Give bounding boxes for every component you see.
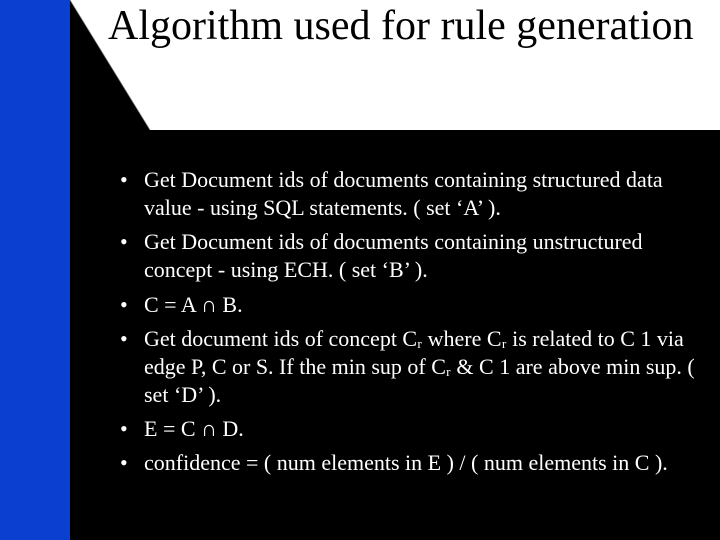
list-item: E = C ∩ D. <box>118 415 704 443</box>
blue-side-band <box>0 0 70 540</box>
bullet-text: Get Document ids of documents containing… <box>144 167 663 220</box>
list-item: Get Document ids of documents containing… <box>118 166 704 222</box>
list-item: confidence = ( num elements in E ) / ( n… <box>118 449 704 477</box>
slide-body: Get Document ids of documents containing… <box>118 166 704 484</box>
bullet-list: Get Document ids of documents containing… <box>118 166 704 478</box>
list-item: Get Document ids of documents containing… <box>118 228 704 284</box>
bullet-text: E = C ∩ D. <box>144 416 244 441</box>
bullet-text: confidence = ( num elements in E ) / ( n… <box>144 450 668 475</box>
bullet-text: Get Document ids of documents containing… <box>144 229 643 282</box>
bullet-text: C = A ∩ B. <box>144 292 243 317</box>
bullet-text: Get document ids of concept Cᵣ where Cᵣ … <box>144 326 695 407</box>
list-item: Get document ids of concept Cᵣ where Cᵣ … <box>118 325 704 409</box>
list-item: C = A ∩ B. <box>118 291 704 319</box>
slide-title: Algorithm used for rule generation <box>108 4 708 49</box>
slide: Algorithm used for rule generation Get D… <box>0 0 720 540</box>
